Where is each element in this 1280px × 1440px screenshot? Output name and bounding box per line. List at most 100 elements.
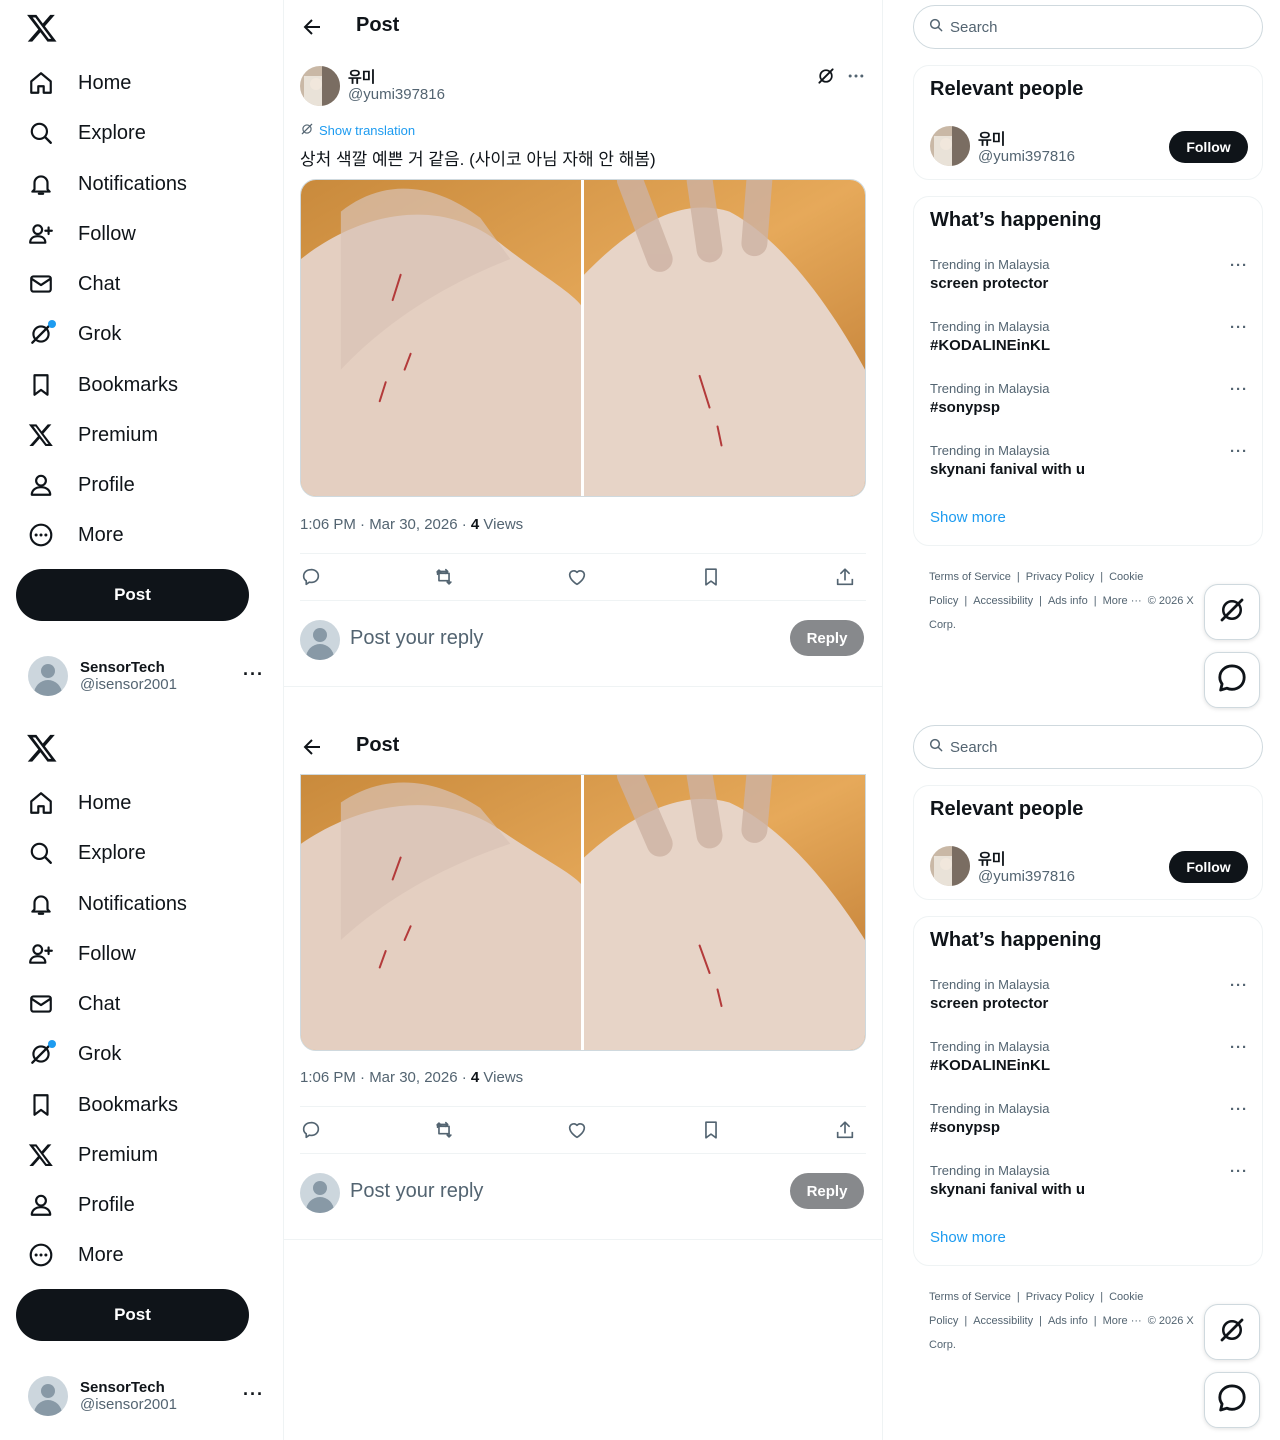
chat-fab-button[interactable]	[1204, 1372, 1260, 1428]
post-timestamp[interactable]: 1:06 PM · Mar 30, 2026 ·	[300, 1069, 471, 1086]
nav-item-home[interactable]: Home	[24, 61, 131, 105]
nav-item-profile[interactable]: Profile	[24, 463, 135, 507]
person-row[interactable]: 유미 @yumi397816 Follow	[930, 126, 1248, 168]
grok-icon[interactable]	[816, 66, 836, 91]
show-translation-link[interactable]: Show translation	[300, 122, 415, 139]
reply-input[interactable]: Post your reply	[350, 1180, 483, 1203]
more-horizontal-icon[interactable]: ···	[243, 1384, 264, 1405]
footer-link[interactable]: Terms of Service	[929, 1291, 1011, 1303]
more-horizontal-icon[interactable]: ···	[1230, 381, 1248, 398]
author-name[interactable]: 유미	[348, 66, 376, 87]
footer-link[interactable]: Accessibility	[973, 595, 1033, 607]
nav-item-more[interactable]: More	[24, 1233, 124, 1277]
x-logo-icon[interactable]	[26, 12, 58, 44]
trend-item[interactable]: Trending in Malaysia skynani fanival with…	[930, 1163, 1248, 1213]
person-handle[interactable]: @yumi397816	[978, 868, 1075, 885]
back-arrow-icon[interactable]	[300, 735, 324, 759]
trend-item[interactable]: Trending in Malaysia screen protector ···	[930, 257, 1248, 307]
share-icon[interactable]	[834, 566, 858, 590]
author-handle[interactable]: @yumi397816	[348, 86, 445, 103]
more-horizontal-icon[interactable]: ···	[1230, 1039, 1248, 1056]
search-input[interactable]	[950, 18, 1230, 36]
like-icon[interactable]	[566, 566, 590, 590]
trend-item[interactable]: Trending in Malaysia #KODALINEinKL ···	[930, 1039, 1248, 1089]
more-horizontal-icon[interactable]: ···	[1230, 1101, 1248, 1118]
account-switcher[interactable]: SensorTech @isensor2001 ···	[28, 1374, 268, 1418]
more-horizontal-icon[interactable]: ···	[1230, 1163, 1248, 1180]
nav-item-follow[interactable]: Follow	[24, 932, 136, 976]
account-switcher[interactable]: SensorTech @isensor2001 ···	[28, 654, 268, 698]
footer-link[interactable]: More ···	[1103, 1315, 1142, 1327]
reply-button[interactable]: Reply	[790, 1173, 864, 1209]
more-horizontal-icon[interactable]: ···	[1230, 257, 1248, 274]
nav-item-chat[interactable]: Chat	[24, 982, 120, 1026]
reply-button[interactable]: Reply	[790, 620, 864, 656]
reply-input[interactable]: Post your reply	[350, 627, 483, 650]
reply-icon[interactable]	[300, 566, 324, 590]
person-name[interactable]: 유미	[978, 848, 1006, 869]
grok-fab-button[interactable]	[1204, 584, 1260, 640]
post-button[interactable]: Post	[16, 569, 249, 621]
nav-item-premium[interactable]: Premium	[24, 1133, 158, 1177]
avatar[interactable]	[300, 66, 340, 106]
nav-item-explore[interactable]: Explore	[24, 831, 146, 875]
more-horizontal-icon[interactable]	[846, 66, 866, 91]
grok-fab-button[interactable]	[1204, 1304, 1260, 1360]
nav-item-grok[interactable]: Grok	[24, 1032, 121, 1076]
avatar[interactable]	[930, 846, 970, 886]
nav-item-explore[interactable]: Explore	[24, 111, 146, 155]
search-input[interactable]	[950, 738, 1230, 756]
trend-item[interactable]: Trending in Malaysia #sonypsp ···	[930, 381, 1248, 431]
post-media[interactable]	[300, 774, 866, 1051]
footer-link[interactable]: Privacy Policy	[1026, 571, 1094, 583]
footer-link[interactable]: Terms of Service	[929, 571, 1011, 583]
search-box[interactable]	[913, 5, 1263, 49]
footer-link[interactable]: Ads info	[1048, 595, 1088, 607]
nav-item-more[interactable]: More	[24, 513, 124, 557]
back-arrow-icon[interactable]	[300, 15, 324, 39]
person-row[interactable]: 유미 @yumi397816 Follow	[930, 846, 1248, 888]
show-more-link[interactable]: Show more	[930, 1229, 1006, 1246]
post-button[interactable]: Post	[16, 1289, 249, 1341]
footer-link[interactable]: Accessibility	[973, 1315, 1033, 1327]
more-horizontal-icon[interactable]: ···	[1230, 977, 1248, 994]
nav-item-premium[interactable]: Premium	[24, 413, 158, 457]
bookmark-icon[interactable]	[700, 566, 724, 590]
nav-item-profile[interactable]: Profile	[24, 1183, 135, 1227]
footer-link[interactable]: Ads info	[1048, 1315, 1088, 1327]
show-more-link[interactable]: Show more	[930, 509, 1006, 526]
chat-fab-button[interactable]	[1204, 652, 1260, 708]
like-icon[interactable]	[566, 1119, 590, 1143]
footer-link[interactable]: Privacy Policy	[1026, 1291, 1094, 1303]
trend-item[interactable]: Trending in Malaysia #sonypsp ···	[930, 1101, 1248, 1151]
nav-item-follow[interactable]: Follow	[24, 212, 136, 256]
repost-icon[interactable]	[433, 566, 457, 590]
nav-item-bookmarks[interactable]: Bookmarks	[24, 363, 178, 407]
repost-icon[interactable]	[433, 1119, 457, 1143]
hand-photos-image[interactable]	[301, 775, 865, 1050]
follow-button[interactable]: Follow	[1169, 851, 1248, 883]
nav-item-home[interactable]: Home	[24, 781, 131, 825]
avatar[interactable]	[930, 126, 970, 166]
footer-link[interactable]: More ···	[1103, 595, 1142, 607]
more-horizontal-icon[interactable]: ···	[1230, 319, 1248, 336]
share-icon[interactable]	[834, 1119, 858, 1143]
trend-item[interactable]: Trending in Malaysia screen protector ···	[930, 977, 1248, 1027]
trend-item[interactable]: Trending in Malaysia #KODALINEinKL ···	[930, 319, 1248, 369]
trend-item[interactable]: Trending in Malaysia skynani fanival with…	[930, 443, 1248, 493]
search-box[interactable]	[913, 725, 1263, 769]
post-timestamp[interactable]: 1:06 PM · Mar 30, 2026 ·	[300, 516, 471, 533]
reply-icon[interactable]	[300, 1119, 324, 1143]
nav-item-chat[interactable]: Chat	[24, 262, 120, 306]
nav-item-bookmarks[interactable]: Bookmarks	[24, 1083, 178, 1127]
follow-button[interactable]: Follow	[1169, 131, 1248, 163]
nav-item-grok[interactable]: Grok	[24, 312, 121, 356]
more-horizontal-icon[interactable]: ···	[1230, 443, 1248, 460]
x-logo-icon[interactable]	[26, 732, 58, 764]
person-name[interactable]: 유미	[978, 128, 1006, 149]
more-horizontal-icon[interactable]: ···	[243, 664, 264, 685]
nav-item-notifications[interactable]: Notifications	[24, 162, 187, 206]
person-handle[interactable]: @yumi397816	[978, 148, 1075, 165]
post-media[interactable]	[300, 179, 866, 497]
nav-item-notifications[interactable]: Notifications	[24, 882, 187, 926]
